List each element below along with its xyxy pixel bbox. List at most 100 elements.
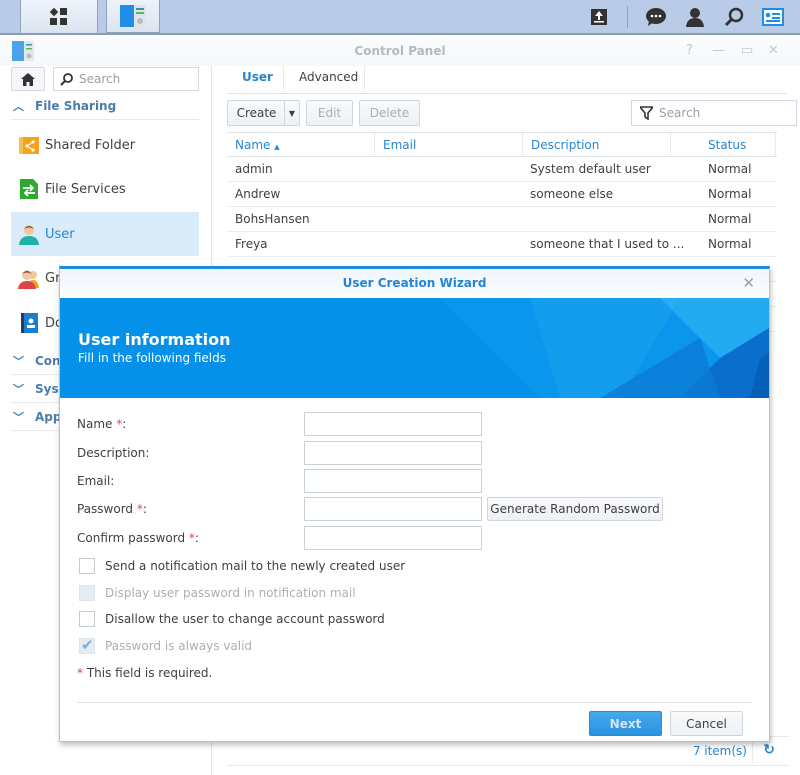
cell-status: Normal: [708, 237, 752, 251]
column-separator[interactable]: [775, 133, 776, 157]
sidebar-item-label: User: [45, 226, 75, 242]
column-separator[interactable]: [522, 133, 523, 157]
toolbar: Create ▼ Edit Delete Search: [227, 100, 797, 126]
chevron-down-icon: ﹀: [13, 382, 24, 396]
delete-button[interactable]: Delete: [359, 100, 420, 126]
section-label: Con: [35, 353, 61, 368]
upload-button[interactable]: [583, 0, 615, 33]
tab-divider: [364, 66, 365, 90]
widgets-button[interactable]: [757, 0, 789, 33]
name-input[interactable]: [304, 412, 482, 436]
generate-random-password-button[interactable]: Generate Random Password: [487, 497, 663, 521]
items-count: 7 item(s): [692, 744, 747, 758]
field-label-text: Confirm password: [77, 531, 186, 545]
caret-down-icon: ▼: [288, 108, 296, 118]
restore-icon[interactable]: ▭: [741, 43, 753, 58]
table-row[interactable]: admin System default user Normal: [227, 157, 777, 182]
file-services-icon: [20, 179, 38, 199]
column-header-email[interactable]: Email: [383, 138, 416, 152]
sidebar-item-shared-folder[interactable]: Shared Folder: [11, 123, 199, 167]
description-label: Description:: [77, 446, 150, 460]
edit-button[interactable]: Edit: [306, 100, 353, 126]
chat-icon: [646, 7, 666, 26]
create-button[interactable]: Create: [227, 100, 285, 126]
email-row: Email:: [77, 469, 757, 493]
dialog-titlebar[interactable]: User Creation Wizard ✕: [60, 269, 769, 298]
disallow-password-change-checkbox[interactable]: Disallow the user to change account pass…: [79, 610, 679, 628]
sort-asc-icon: ▲: [274, 143, 280, 151]
checkbox-box[interactable]: [79, 585, 95, 601]
email-input[interactable]: [304, 469, 482, 493]
sidebar-item-user[interactable]: User: [11, 212, 199, 256]
column-separator[interactable]: [670, 133, 671, 157]
confirm-password-label: Confirm password *:: [77, 531, 199, 545]
section-label: File Sharing: [35, 98, 117, 113]
tab-user[interactable]: User: [242, 70, 273, 84]
home-button[interactable]: [11, 67, 45, 91]
checkbox-label: Display user password in notification ma…: [105, 586, 356, 600]
cell-description: someone that I used to ...: [530, 237, 685, 251]
required-mark: *: [188, 531, 195, 545]
chevron-up-icon: ︿: [13, 99, 24, 113]
home-icon: [21, 72, 35, 86]
column-header-description[interactable]: Description: [531, 138, 599, 152]
filter-icon: [640, 106, 653, 120]
table-row[interactable]: BohsHansen Normal: [227, 207, 777, 232]
search-icon: [60, 72, 73, 86]
create-dropdown-button[interactable]: ▼: [284, 100, 300, 126]
checkbox-box[interactable]: [79, 558, 95, 574]
checkbox-box[interactable]: ✔: [79, 636, 95, 654]
user-menu-button[interactable]: [679, 0, 711, 33]
taskbar: [0, 0, 800, 35]
taskbar-control-panel-button[interactable]: [106, 0, 160, 33]
name-row: Name *:: [77, 412, 757, 436]
checkbox-label: Password is always valid: [105, 639, 253, 653]
cell-description: someone else: [530, 187, 614, 201]
send-notification-checkbox[interactable]: Send a notification mail to the newly cr…: [79, 557, 679, 575]
user-icon: [686, 7, 704, 27]
sidebar-item-label: Shared Folder: [45, 137, 136, 153]
next-button[interactable]: Next: [589, 711, 662, 736]
checkbox-label: Send a notification mail to the newly cr…: [105, 559, 406, 573]
required-mark: *: [136, 502, 143, 516]
column-header-name[interactable]: Name ▲: [235, 138, 280, 152]
search-button[interactable]: [718, 0, 750, 33]
cell-name: Andrew: [235, 187, 281, 201]
column-separator[interactable]: [374, 133, 375, 157]
window-titlebar[interactable]: Control Panel ? — ▭ ✕: [0, 36, 800, 66]
confirm-password-input[interactable]: [304, 526, 482, 550]
table-row[interactable]: Freya someone that I used to ... Normal: [227, 232, 777, 257]
description-input[interactable]: [304, 441, 482, 465]
required-mark: *: [116, 417, 123, 431]
description-row: Description:: [77, 441, 757, 465]
tab-bar: User Advanced: [227, 66, 787, 94]
notifications-button[interactable]: [640, 0, 672, 33]
checkbox-label: Disallow the user to change account pass…: [105, 612, 385, 626]
section-file-sharing[interactable]: ︿ File Sharing: [11, 92, 199, 120]
main-menu-button[interactable]: [20, 0, 98, 33]
cell-name: BohsHansen: [235, 212, 310, 226]
refresh-icon[interactable]: ↻: [763, 742, 775, 758]
sidebar-item-file-services[interactable]: File Services: [11, 167, 199, 211]
column-header-status[interactable]: Status: [708, 138, 746, 152]
tab-advanced[interactable]: Advanced: [299, 70, 358, 84]
password-always-valid-checkbox[interactable]: ✔ Password is always valid: [79, 636, 679, 655]
cancel-button[interactable]: Cancel: [670, 711, 743, 736]
cell-name: admin: [235, 162, 273, 176]
close-icon[interactable]: ✕: [768, 43, 779, 58]
table-row[interactable]: Andrew someone else Normal: [227, 182, 777, 207]
filter-search-input[interactable]: Search: [631, 100, 797, 126]
window-title: Control Panel: [354, 44, 446, 58]
minimize-icon[interactable]: —: [712, 43, 725, 58]
close-icon[interactable]: ✕: [742, 274, 755, 292]
field-label-text: Password: [77, 502, 134, 516]
shared-folder-icon: [19, 137, 39, 154]
email-label: Email:: [77, 474, 115, 488]
sidebar-search-input[interactable]: Search: [53, 67, 199, 91]
checkbox-box[interactable]: [79, 611, 95, 627]
apps-grid-icon: [49, 7, 67, 25]
cell-status: Normal: [708, 187, 752, 201]
display-password-checkbox[interactable]: Display user password in notification ma…: [79, 584, 679, 602]
password-input[interactable]: [304, 497, 482, 521]
help-icon[interactable]: ?: [686, 43, 693, 58]
